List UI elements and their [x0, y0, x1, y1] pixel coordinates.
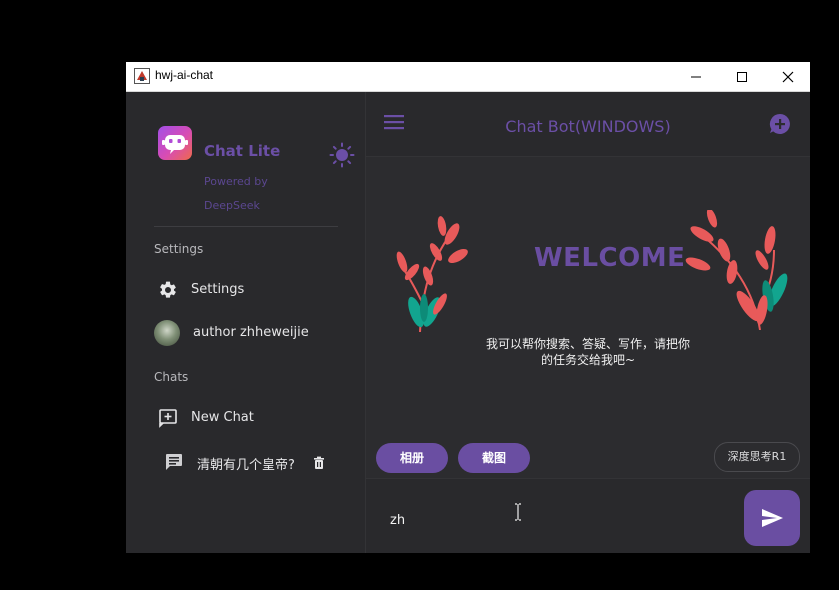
theme-toggle-sun-icon[interactable] — [329, 142, 355, 168]
chat-header: Chat Bot(WINDOWS) — [366, 92, 810, 157]
sidebar-item-label: author zhheweijie — [193, 325, 309, 340]
maximize-icon — [737, 72, 747, 82]
text-cursor-icon — [514, 503, 522, 525]
avatar — [154, 320, 180, 346]
sidebar: Chat Lite Powered by DeepSeek Settings S… — [126, 92, 366, 553]
message-input[interactable] — [390, 510, 730, 530]
app-window: hwj-ai-chat Chat Lite Powered by DeepSee… — [126, 62, 810, 553]
plant-illustration-right — [685, 210, 788, 330]
powered-by-text: Powered by DeepSeek — [204, 175, 268, 212]
app-icon — [134, 68, 150, 84]
close-icon — [782, 71, 794, 83]
sidebar-item-new-chat[interactable]: New Chat — [154, 403, 354, 433]
title-bar: hwj-ai-chat — [126, 62, 810, 92]
plant-illustration-left — [396, 216, 468, 332]
screenshot-button[interactable]: 截图 — [458, 443, 530, 473]
sidebar-item-author[interactable]: author zhheweijie — [154, 318, 354, 348]
sidebar-item-chat-history[interactable]: 清朝有几个皇帝? — [160, 447, 336, 477]
app-logo — [158, 126, 192, 160]
minimize-button[interactable] — [672, 62, 718, 91]
sidebar-divider — [154, 226, 338, 227]
sidebar-item-label: Settings — [191, 282, 245, 297]
close-button[interactable] — [764, 62, 810, 91]
brand-name: Chat Lite — [204, 142, 281, 160]
delete-chat-icon[interactable] — [312, 455, 326, 469]
minimize-icon — [691, 76, 701, 78]
send-icon — [762, 509, 783, 527]
chat-title: Chat Bot(WINDOWS) — [505, 117, 671, 136]
welcome-message: 我可以帮你搜索、答疑、写作，请把你的任务交给我吧~ — [485, 337, 690, 367]
section-label-chats: Chats — [154, 370, 189, 384]
sidebar-item-label: 清朝有几个皇帝? — [197, 458, 295, 473]
send-button[interactable] — [744, 490, 800, 546]
gear-icon — [158, 280, 178, 300]
robot-icon — [162, 135, 188, 154]
maximize-button[interactable] — [718, 62, 764, 91]
chat-panel: Chat Bot(WINDOWS) WELCOME 我可以帮你搜索、答疑、写作，… — [366, 92, 810, 553]
window-title: hwj-ai-chat — [155, 68, 214, 82]
album-button[interactable]: 相册 — [376, 443, 448, 473]
chat-bubble-icon — [164, 452, 184, 472]
new-chat-icon[interactable] — [768, 112, 792, 136]
input-area — [366, 478, 810, 553]
section-label-settings: Settings — [154, 242, 204, 256]
sidebar-item-settings[interactable]: Settings — [154, 275, 354, 305]
sidebar-item-label: New Chat — [191, 410, 254, 425]
deep-think-toggle[interactable]: 深度思考R1 — [714, 442, 800, 472]
add-chat-icon — [158, 408, 178, 428]
